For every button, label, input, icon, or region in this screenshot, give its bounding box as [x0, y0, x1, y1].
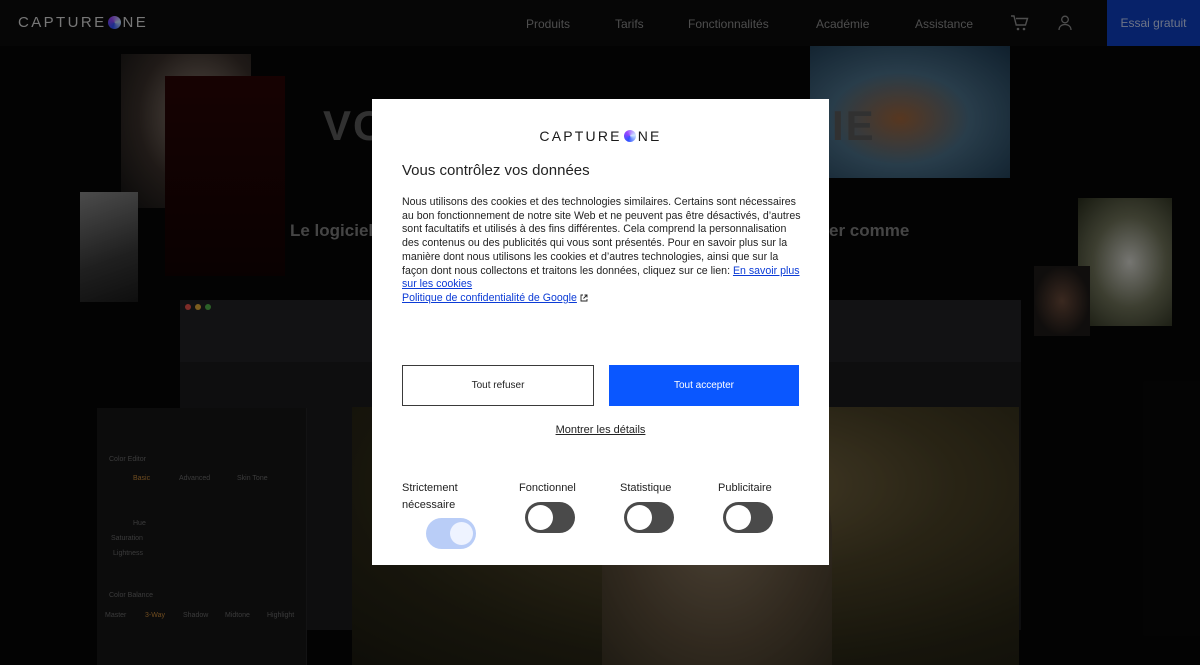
show-details-link[interactable]: Montrer les détails	[372, 424, 829, 436]
modal-logo-o-icon	[623, 130, 636, 142]
toggle-functional[interactable]	[525, 502, 575, 533]
accept-all-button[interactable]: Tout accepter	[609, 365, 799, 406]
category-statistics-label: Statistique	[620, 482, 672, 494]
show-details-label: Montrer les détails	[555, 424, 646, 436]
category-functional-label: Fonctionnel	[519, 482, 576, 494]
toggle-strictly-necessary	[426, 518, 476, 549]
refuse-all-button[interactable]: Tout refuser	[402, 365, 594, 406]
cookie-consent-dialog: CAPTURE NE Vous contrôlez vos données No…	[372, 99, 829, 565]
toggle-knob	[528, 505, 553, 530]
modal-body-text: Nous utilisons des cookies et des techno…	[402, 196, 802, 306]
toggle-knob	[450, 522, 473, 545]
toggle-knob	[726, 505, 751, 530]
external-link-icon	[580, 293, 588, 302]
toggle-knob	[627, 505, 652, 530]
modal-logo-text-right: NE	[637, 128, 662, 144]
modal-logo-text-left: CAPTURE	[539, 128, 622, 144]
category-advertising-label: Publicitaire	[718, 482, 772, 494]
toggle-statistics[interactable]	[624, 502, 674, 533]
modal-logo: CAPTURE NE	[372, 128, 829, 144]
modal-title: Vous contrôlez vos données	[402, 162, 590, 179]
google-privacy-link[interactable]: Politique de confidentialité de Google	[402, 292, 577, 304]
category-strictly-necessary-label: Strictement nécessaire	[402, 482, 458, 511]
toggle-advertising[interactable]	[723, 502, 773, 533]
